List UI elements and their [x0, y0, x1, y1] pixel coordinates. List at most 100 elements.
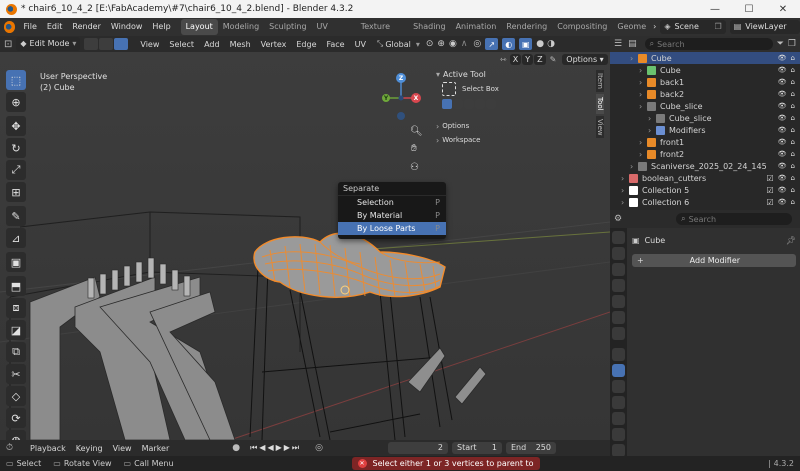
scale-tool-icon[interactable]: ⤢: [6, 160, 26, 180]
render-camera-icon[interactable]: ⌂: [791, 126, 795, 134]
menu-timeline-view[interactable]: View: [108, 444, 137, 453]
axis-z-toggle[interactable]: Z: [534, 54, 546, 65]
menu-mesh[interactable]: Mesh: [225, 40, 256, 49]
outliner-row[interactable]: › Cube_slice 👁︎ ⌂: [610, 100, 800, 112]
select-tool-icon[interactable]: ⬚: [6, 70, 26, 90]
menu-view[interactable]: View: [135, 40, 164, 49]
menu-file[interactable]: File: [18, 18, 41, 36]
camera-view-icon[interactable]: ⚇: [410, 162, 419, 173]
cursor-tool-icon[interactable]: ⊕: [6, 92, 26, 112]
menu-uv[interactable]: UV: [350, 40, 371, 49]
options-header[interactable]: › Options: [436, 120, 602, 132]
menu-help[interactable]: Help: [147, 18, 175, 36]
data-tab-icon[interactable]: [612, 428, 625, 441]
menu-playback[interactable]: Playback: [25, 444, 71, 453]
auto-key-icon[interactable]: ◎: [315, 443, 323, 453]
constraints-tab-icon[interactable]: [612, 412, 625, 425]
tab-tool[interactable]: Tool: [596, 93, 604, 114]
visibility-eye-icon[interactable]: 👁︎: [778, 114, 787, 122]
properties-editor-icon[interactable]: ⚙: [614, 214, 622, 224]
3d-viewport[interactable]: Z X Y User Perspective (2) Cube 🔍︎ ✋︎ ⚇ …: [0, 52, 610, 440]
expand-chevron-icon[interactable]: ›: [639, 66, 647, 75]
expand-chevron-icon[interactable]: ›: [621, 174, 629, 183]
render-camera-icon[interactable]: ⌂: [791, 90, 795, 98]
menu-marker[interactable]: Marker: [137, 444, 175, 453]
scene-new-icon[interactable]: ❐: [715, 20, 722, 34]
render-camera-icon[interactable]: ⌂: [791, 78, 795, 86]
expand-chevron-icon[interactable]: ›: [648, 114, 656, 123]
visibility-eye-icon[interactable]: 👁︎: [778, 174, 787, 182]
visibility-eye-icon[interactable]: 👁︎: [778, 126, 787, 134]
tab-item[interactable]: Item: [596, 70, 604, 92]
expand-chevron-icon[interactable]: ›: [630, 54, 638, 63]
outliner-row[interactable]: › Cube_slice 👁︎ ⌂: [610, 112, 800, 124]
tab-geometry-nodes[interactable]: Geome: [612, 19, 651, 35]
render-camera-icon[interactable]: ⌂: [791, 162, 795, 170]
tab-view[interactable]: View: [596, 115, 604, 139]
menu-edit[interactable]: Edit: [42, 18, 68, 36]
render-camera-icon[interactable]: ⌂: [791, 198, 795, 206]
current-frame-field[interactable]: 2: [387, 442, 448, 454]
loop-cut-tool-icon[interactable]: ⧉: [6, 342, 26, 362]
separate-selection-item[interactable]: Selection P: [338, 196, 446, 209]
visibility-eye-icon[interactable]: 👁︎: [778, 162, 787, 170]
face-select-button[interactable]: [114, 38, 129, 50]
bevel-tool-icon[interactable]: ◪: [6, 320, 26, 340]
tool-tab-icon[interactable]: [612, 231, 625, 244]
display-mode-icon[interactable]: ▤: [628, 39, 637, 49]
render-camera-icon[interactable]: ⌂: [791, 102, 795, 110]
outliner-row[interactable]: › Modifiers 👁︎ ⌂: [610, 124, 800, 136]
expand-chevron-icon[interactable]: ›: [639, 138, 647, 147]
menu-select[interactable]: Select: [164, 40, 199, 49]
wrench-icon[interactable]: ✎: [550, 55, 557, 64]
outliner-row[interactable]: › Scaniverse_2025_02_24_145 👁︎ ⌂: [610, 160, 800, 172]
spin-tool-icon[interactable]: ⟳: [6, 408, 26, 428]
add-cube-tool-icon[interactable]: ▣: [6, 252, 26, 272]
separate-by-material-item[interactable]: By Material P: [338, 209, 446, 222]
tab-rendering[interactable]: Rendering: [501, 19, 552, 35]
visibility-eye-icon[interactable]: 👁︎: [778, 102, 787, 110]
expand-chevron-icon[interactable]: ›: [639, 102, 647, 111]
scene-selector[interactable]: ◈ Scene ❐: [660, 20, 726, 34]
outliner-row[interactable]: › Collection 5 ☑ 👁︎ ⌂: [610, 184, 800, 196]
exclude-checkbox-icon[interactable]: ☑: [766, 198, 773, 207]
tab-texture-paint[interactable]: Texture Paint: [356, 19, 408, 47]
vertex-select-button[interactable]: [84, 38, 99, 50]
poly-build-tool-icon[interactable]: ◇: [6, 386, 26, 406]
xray-toggle-icon[interactable]: ▣: [519, 38, 533, 50]
show-gizmo-icon[interactable]: ↗: [485, 38, 499, 50]
menu-render[interactable]: Render: [67, 18, 105, 36]
visibility-eye-icon[interactable]: 👁︎: [778, 138, 787, 146]
tab-uv-editing[interactable]: UV Editing: [312, 19, 356, 47]
outliner-row[interactable]: › front2 👁︎ ⌂: [610, 148, 800, 160]
visibility-eye-icon[interactable]: 👁︎: [778, 186, 787, 194]
options-dropdown[interactable]: Options ▾: [562, 54, 608, 65]
record-icon[interactable]: ●: [232, 443, 240, 453]
rotate-tool-icon[interactable]: ↻: [6, 138, 26, 158]
visibility-eye-icon[interactable]: 👁︎: [778, 150, 787, 158]
move-tool-icon[interactable]: ✥: [6, 116, 26, 136]
menu-add[interactable]: Add: [199, 40, 225, 49]
zoom-icon[interactable]: 🔍︎: [410, 126, 423, 137]
mode-subtract-button[interactable]: [464, 99, 474, 109]
maximize-button[interactable]: ☐: [732, 0, 766, 18]
physics-tab-icon[interactable]: [612, 396, 625, 409]
error-report[interactable]: ✕ Select either 1 or 3 vertices to paren…: [351, 457, 540, 470]
tab-sculpting[interactable]: Sculpting: [264, 19, 311, 35]
tab-animation[interactable]: Animation: [451, 19, 502, 35]
expand-chevron-icon[interactable]: ›: [639, 78, 647, 87]
tab-compositing[interactable]: Compositing: [552, 19, 612, 35]
new-collection-icon[interactable]: ❐: [788, 39, 796, 49]
expand-chevron-icon[interactable]: ›: [621, 186, 629, 195]
object-tab-icon[interactable]: [612, 348, 625, 361]
minimize-button[interactable]: —: [698, 0, 732, 18]
playback-controls[interactable]: ⏮◀◀▶▶⏭: [250, 443, 301, 453]
blender-menu-icon[interactable]: [4, 21, 16, 33]
pan-hand-icon[interactable]: ✋︎: [411, 143, 417, 154]
shading-material-icon[interactable]: ◑: [547, 39, 555, 49]
render-camera-icon[interactable]: ⌂: [791, 54, 795, 62]
outliner-row[interactable]: › back1 👁︎ ⌂: [610, 76, 800, 88]
exclude-checkbox-icon[interactable]: ☑: [766, 186, 773, 195]
annotate-tool-icon[interactable]: ✎: [6, 206, 26, 226]
view-layer-tab-icon[interactable]: [612, 279, 625, 292]
